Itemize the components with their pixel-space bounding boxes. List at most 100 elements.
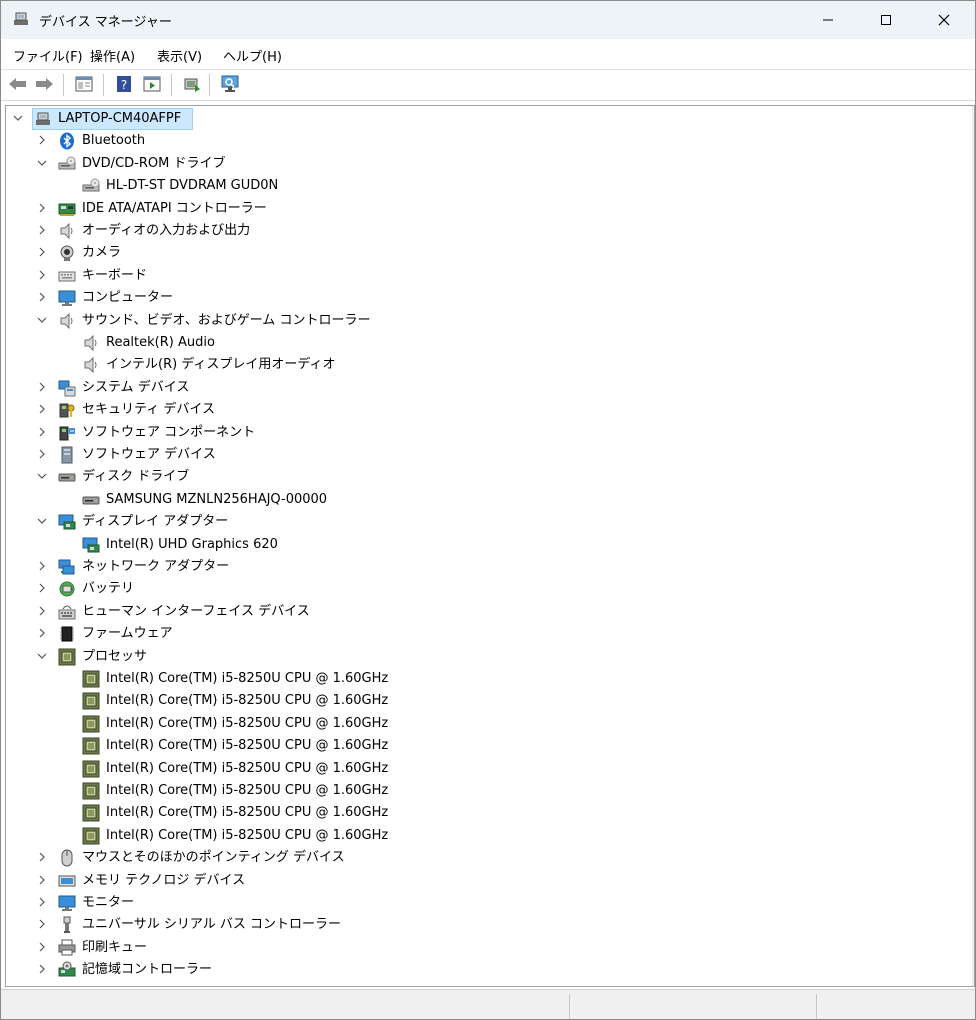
chevron-right-icon[interactable] (36, 896, 48, 908)
chevron-right-icon[interactable] (36, 582, 48, 594)
chevron-right-icon[interactable] (36, 851, 48, 863)
tree-device[interactable]: Intel(R) Core(TM) i5-8250U CPU @ 1.60GHz (6, 735, 946, 757)
tree-category[interactable]: ファームウェア (6, 623, 946, 645)
menu-view[interactable]: 表示(V) (157, 46, 202, 65)
close-button[interactable] (915, 1, 973, 39)
memory-technology-icon (58, 875, 76, 887)
update-driver-button[interactable] (181, 73, 203, 95)
tree-category[interactable]: DVD/CD-ROM ドライブ (6, 153, 946, 175)
chevron-right-icon[interactable] (36, 426, 48, 438)
tree-category[interactable]: プロセッサ (6, 646, 946, 668)
tree-category[interactable]: 印刷キュー (6, 937, 946, 959)
chevron-right-icon[interactable] (36, 605, 48, 617)
menu-action[interactable]: 操作(A) (90, 46, 135, 65)
forward-button[interactable] (33, 73, 55, 95)
chevron-right-icon[interactable] (36, 134, 48, 146)
chevron-right-icon[interactable] (36, 941, 48, 953)
chevron-down-icon[interactable] (36, 314, 48, 326)
chevron-right-icon[interactable] (36, 202, 48, 214)
menu-file[interactable]: ファイル(F) (13, 46, 83, 65)
tree-category[interactable]: ユニバーサル シリアル バス コントローラー (6, 914, 946, 936)
tree-device[interactable]: Intel(R) Core(TM) i5-8250U CPU @ 1.60GHz (6, 758, 946, 780)
chevron-right-icon[interactable] (36, 963, 48, 975)
tree-category[interactable]: 記憶域コントローラー (6, 959, 946, 981)
tree-category[interactable]: IDE ATA/ATAPI コントローラー (6, 198, 946, 220)
menu-help[interactable]: ヘルプ(H) (223, 46, 282, 65)
chevron-right-icon[interactable] (36, 269, 48, 281)
speaker-icon (84, 357, 97, 374)
device-label: Intel(R) Core(TM) i5-8250U CPU @ 1.60GHz (106, 827, 389, 843)
help-button[interactable]: ? (113, 73, 135, 95)
processor-icon (82, 670, 100, 688)
tree-category[interactable]: オーディオの入力および出力 (6, 220, 946, 242)
tree-category[interactable]: セキュリティ デバイス (6, 399, 946, 421)
tree-category[interactable]: メモリ テクノロジ デバイス (6, 870, 946, 892)
chevron-down-icon[interactable] (36, 515, 48, 527)
maximize-button[interactable] (857, 1, 915, 39)
chevron-down-icon[interactable] (36, 650, 48, 662)
properties-pane-button[interactable] (73, 73, 95, 95)
category-label: プロセッサ (82, 648, 148, 664)
camera-icon (60, 245, 74, 262)
security-key-icon (59, 403, 75, 418)
tree-device[interactable]: Intel(R) Core(TM) i5-8250U CPU @ 1.60GHz (6, 690, 946, 712)
device-tree[interactable]: LAPTOP-CM40AFPF Bluetooth DVD/CD-ROM ドライブ H… (5, 105, 975, 987)
category-label: IDE ATA/ATAPI コントローラー (82, 200, 267, 216)
chevron-right-icon[interactable] (36, 224, 48, 236)
scan-hardware-button[interactable] (219, 73, 241, 95)
tree-category[interactable]: ソフトウェア デバイス (6, 444, 946, 466)
minimize-button[interactable] (799, 1, 857, 39)
processor-icon (82, 760, 100, 778)
tree-category[interactable]: バッテリ (6, 578, 946, 600)
chevron-down-icon[interactable] (36, 470, 48, 482)
chevron-down-icon[interactable] (36, 157, 48, 169)
tree-category[interactable]: システム デバイス (6, 377, 946, 399)
processor-icon (82, 827, 100, 845)
tree-device[interactable]: HL-DT-ST DVDRAM GUD0N (6, 175, 946, 197)
chevron-right-icon[interactable] (36, 246, 48, 258)
tree-device[interactable]: Intel(R) Core(TM) i5-8250U CPU @ 1.60GHz (6, 802, 946, 824)
device-label: Realtek(R) Audio (106, 335, 215, 350)
tree-category[interactable]: ディスク ドライブ (6, 466, 946, 488)
tree-category[interactable]: ソフトウェア コンポーネント (6, 422, 946, 444)
tree-device[interactable]: Intel(R) Core(TM) i5-8250U CPU @ 1.60GHz (6, 713, 946, 735)
chevron-right-icon[interactable] (36, 448, 48, 460)
category-label: DVD/CD-ROM ドライブ (82, 155, 226, 171)
tree-device[interactable]: Intel(R) UHD Graphics 620 (6, 534, 946, 556)
tree-category[interactable]: サウンド、ビデオ、およびゲーム コントローラー (6, 310, 946, 332)
chevron-down-icon[interactable] (12, 112, 24, 124)
tree-category[interactable]: Bluetooth (6, 130, 946, 152)
chevron-right-icon[interactable] (36, 918, 48, 930)
tree-category[interactable]: モニター (6, 892, 946, 914)
tree-device[interactable]: Intel(R) Core(TM) i5-8250U CPU @ 1.60GHz (6, 668, 946, 690)
tree-category[interactable]: マウスとそのほかのポインティング デバイス (6, 847, 946, 869)
chevron-right-icon[interactable] (36, 560, 48, 572)
tree-category[interactable]: ディスプレイ アダプター (6, 511, 946, 533)
tree-category[interactable]: キーボード (6, 265, 946, 287)
title-bar[interactable]: デバイス マネージャー (1, 1, 975, 39)
chevron-right-icon[interactable] (36, 381, 48, 393)
vertical-scroll-rail[interactable] (972, 106, 974, 986)
tree-root[interactable]: LAPTOP-CM40AFPF (6, 108, 946, 130)
category-label: バッテリ (82, 581, 135, 597)
tree-category[interactable]: ネットワーク アダプター (6, 556, 946, 578)
action-pane-button[interactable] (141, 73, 163, 95)
tree-category[interactable]: ヒューマン インターフェイス デバイス (6, 601, 946, 623)
chevron-right-icon[interactable] (36, 874, 48, 886)
tree-device[interactable]: Realtek(R) Audio (6, 332, 946, 354)
chevron-right-icon[interactable] (36, 403, 48, 415)
storage-controller-icon (58, 961, 76, 977)
back-button[interactable] (7, 73, 29, 95)
tree-category[interactable]: カメラ (6, 242, 946, 264)
firmware-chip-icon (60, 626, 74, 642)
chevron-right-icon[interactable] (36, 291, 48, 303)
chevron-right-icon[interactable] (36, 627, 48, 639)
tree-device[interactable]: Intel(R) Core(TM) i5-8250U CPU @ 1.60GHz (6, 780, 946, 802)
monitor-icon (58, 290, 76, 307)
tree-device[interactable]: Intel(R) Core(TM) i5-8250U CPU @ 1.60GHz (6, 825, 946, 847)
bluetooth-icon (60, 132, 74, 150)
tree-device[interactable]: SAMSUNG MZNLN256HAJQ-00000 (6, 489, 946, 511)
tree-device[interactable]: インテル(R) ディスプレイ用オーディオ (6, 354, 946, 376)
tree-category[interactable]: コンピューター (6, 287, 946, 309)
keyboard-icon (58, 271, 76, 282)
